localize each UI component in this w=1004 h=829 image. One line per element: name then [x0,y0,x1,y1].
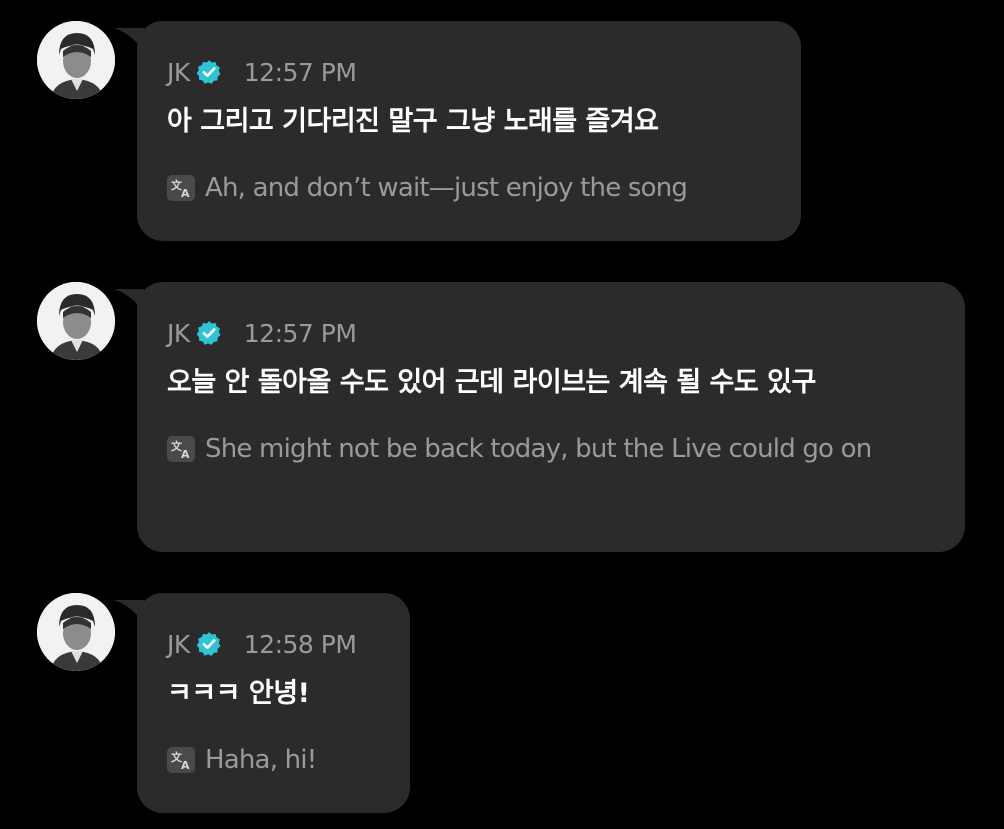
message-bubble[interactable]: JK 12:57 PM 아 그리고 기다리진 말구 그냥 노래를 즐겨요 文 A… [137,21,801,241]
avatar[interactable] [37,593,115,671]
message-text: 오늘 안 돌아올 수도 있어 근데 라이브는 계속 될 수도 있구 [167,367,816,398]
message-text: ㅋㅋㅋ 안녕! [167,678,310,709]
svg-text:A: A [181,759,190,772]
translate-icon: 文 A [167,436,195,462]
avatar[interactable] [37,21,115,99]
message-time: 12:58 PM [243,629,357,659]
avatar-photo-icon [37,282,115,360]
translation-text: Haha, hi! [205,745,317,775]
sender-name: JK [167,57,190,87]
sender-name: JK [167,629,190,659]
verified-check-icon [196,632,221,656]
sender-name: JK [167,318,190,348]
message-meta: JK 12:58 PM [167,629,380,659]
message-translation: 文 A Ah, and don’t wait—just enjoy the so… [167,173,771,203]
svg-text:A: A [181,187,190,200]
translate-icon: 文 A [167,175,195,201]
verified-check-icon [196,60,221,84]
translate-icon: 文 A [167,747,195,773]
message-bubble[interactable]: JK 12:58 PM ㅋㅋㅋ 안녕! 文 A Haha, hi! [137,593,410,813]
message-text: 아 그리고 기다리진 말구 그냥 노래를 즐겨요 [167,106,659,137]
svg-text:A: A [181,448,190,461]
verified-check-icon [196,321,221,345]
avatar-photo-icon [37,593,115,671]
message-meta: JK 12:57 PM [167,57,771,87]
message-time: 12:57 PM [243,57,357,87]
message-translation: 文 A She might not be back today, but the… [167,434,935,464]
translation-text: She might not be back today, but the Liv… [205,434,872,464]
message-meta: JK 12:57 PM [167,318,935,348]
translation-text: Ah, and don’t wait—just enjoy the song [205,173,688,203]
avatar-photo-icon [37,21,115,99]
avatar[interactable] [37,282,115,360]
message-time: 12:57 PM [243,318,357,348]
message-translation: 文 A Haha, hi! [167,745,380,775]
message-bubble[interactable]: JK 12:57 PM 오늘 안 돌아올 수도 있어 근데 라이브는 계속 될 … [137,282,965,552]
